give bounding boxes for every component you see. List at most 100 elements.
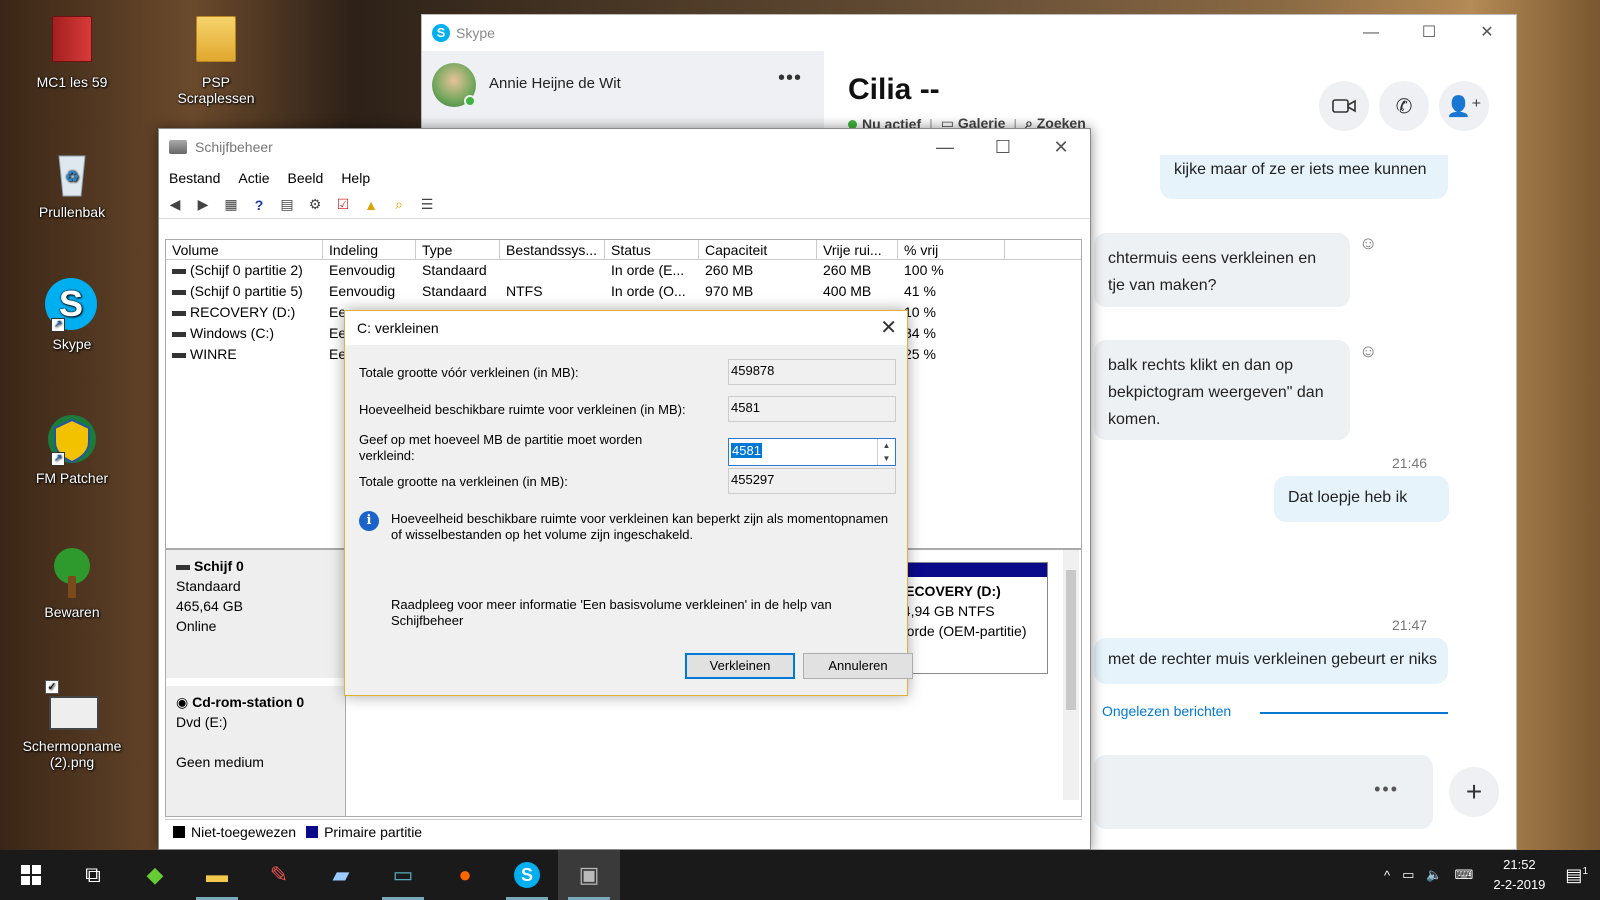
chat-message[interactable]: balk rechts klikt en dan op bekpictogram… xyxy=(1094,340,1350,440)
add-attachment-button[interactable]: + xyxy=(1449,767,1499,817)
column-filesystem[interactable]: Bestandssys... xyxy=(500,240,605,259)
column-percent-free[interactable]: % vrij xyxy=(898,240,1005,259)
table-cell: NTFS xyxy=(506,283,543,299)
volume-icon[interactable]: 🔈 xyxy=(1426,867,1442,883)
properties-icon[interactable]: ▤ xyxy=(277,195,297,215)
taskbar-app-skype[interactable]: S xyxy=(496,850,558,900)
shrink-amount-stepper[interactable]: ▲ ▼ xyxy=(877,439,895,465)
column-free-space[interactable]: Vrije rui... xyxy=(817,240,898,259)
dialog-titlebar[interactable]: C: verkleinen xyxy=(345,311,907,345)
minimize-button[interactable]: — xyxy=(916,129,974,165)
start-button[interactable] xyxy=(0,850,62,900)
shrink-dialog[interactable]: C: verkleinen ✕ Totale grootte vóór verk… xyxy=(344,310,913,696)
menu-file[interactable]: Bestand xyxy=(169,170,220,186)
taskbar-app-notes[interactable]: ▰ xyxy=(310,850,372,900)
more-options-button[interactable]: ••• xyxy=(778,67,802,90)
help-icon[interactable]: ? xyxy=(249,195,269,215)
volume-icon xyxy=(172,310,186,316)
vertical-scrollbar[interactable] xyxy=(1063,550,1079,800)
clock[interactable]: 21:52 2-2-2019 xyxy=(1493,855,1545,895)
network-icon[interactable]: ▭ xyxy=(1402,867,1414,883)
video-call-button[interactable] xyxy=(1319,81,1369,131)
desktop-icon-label: Skype xyxy=(52,336,92,352)
folder-up-icon[interactable]: ▲ xyxy=(361,195,381,215)
column-type[interactable]: Type xyxy=(416,240,500,259)
unread-messages-divider[interactable]: Ongelezen berichten xyxy=(1102,703,1231,719)
chat-message[interactable]: chtermuis eens verkleinen en tje van mak… xyxy=(1094,233,1350,307)
taskbar-app-remote[interactable]: ▭ xyxy=(372,850,434,900)
forward-icon[interactable]: ▶ xyxy=(193,195,213,215)
check-icon[interactable]: ☑ xyxy=(333,195,353,215)
close-button[interactable]: ✕ xyxy=(1032,129,1090,165)
desktop-icon-mc1[interactable]: MC1 les 59 xyxy=(20,12,124,90)
column-status[interactable]: Status xyxy=(605,240,699,259)
minimize-button[interactable]: — xyxy=(1342,15,1400,51)
keyboard-icon[interactable]: ⌨ xyxy=(1455,867,1474,883)
partition-recovery[interactable]: RECOVERY (D:) 14,94 GB NTFS n orde (OEM-… xyxy=(894,562,1048,674)
cancel-button[interactable]: Annuleren xyxy=(803,653,913,679)
desktop-icon-fm-patcher[interactable]: ↗ FM Patcher xyxy=(20,412,124,486)
column-volume[interactable]: Volume xyxy=(166,240,323,259)
message-compose-box[interactable]: ••• xyxy=(1094,755,1433,829)
emoji-reaction-icon[interactable]: ☺ xyxy=(1359,233,1377,254)
scrollbar-thumb[interactable] xyxy=(1066,570,1076,710)
avatar[interactable] xyxy=(432,63,476,107)
unread-divider-line xyxy=(1260,712,1448,714)
disk-icon xyxy=(176,564,190,570)
add-people-button[interactable]: 👤⁺ xyxy=(1439,81,1489,131)
unallocated-swatch xyxy=(173,825,185,838)
disk-0-info[interactable]: Schijf 0 Standaard 465,64 GB Online xyxy=(166,550,346,678)
desktop-icon-screenshot[interactable]: ✓ Schermopname (2).png xyxy=(20,680,124,770)
table-row[interactable]: (Schijf 0 partitie 2) Eenvoudig Standaard I… xyxy=(166,260,1081,281)
menu-view[interactable]: Beeld xyxy=(288,170,324,186)
dialog-close-button[interactable]: ✕ xyxy=(880,315,897,340)
back-icon[interactable]: ◀ xyxy=(165,195,185,215)
close-button[interactable]: ✕ xyxy=(1458,15,1516,51)
emoji-reaction-icon[interactable]: ☺ xyxy=(1359,341,1377,362)
taskbar-app-disk-management[interactable]: ▣ xyxy=(558,850,620,900)
task-view-button[interactable]: ⧉ xyxy=(62,850,124,900)
column-layout[interactable]: Indeling xyxy=(323,240,416,259)
taskbar-app-firefox[interactable]: ● xyxy=(434,850,496,900)
show-hidden-icons-button[interactable]: ^ xyxy=(1384,868,1390,883)
maximize-button[interactable]: ☐ xyxy=(1400,15,1458,51)
message-timestamp: 21:46 xyxy=(1392,455,1428,471)
spin-down-icon[interactable]: ▼ xyxy=(878,452,895,465)
more-options-icon[interactable]: ••• xyxy=(1374,779,1399,800)
search-icon[interactable]: ⌕ xyxy=(389,195,409,215)
shortcut-arrow-icon: ↗ xyxy=(51,452,65,466)
menu-action[interactable]: Actie xyxy=(238,170,269,186)
shrink-amount-input[interactable]: 4581 ▲ ▼ xyxy=(728,438,896,466)
volume-icon xyxy=(172,268,186,274)
taskbar-app-explorer[interactable]: ▬ xyxy=(186,850,248,900)
help-text: Raadpleeg voor meer informatie 'Een basi… xyxy=(391,597,832,628)
cdrom-info[interactable]: ◉ Cd-rom-station 0 Dvd (E:) Geen medium xyxy=(166,686,346,816)
table-row[interactable]: (Schijf 0 partitie 5) Eenvoudig Standaard N… xyxy=(166,281,1081,302)
notification-center-button[interactable]: ▤1 xyxy=(1565,865,1588,886)
chat-message[interactable]: kijke maar of ze er iets mee kunnen xyxy=(1160,155,1448,199)
maximize-button[interactable]: ☐ xyxy=(974,129,1032,165)
taskbar-app-gem[interactable]: ◆ xyxy=(124,850,186,900)
desktop-icon-bewaren[interactable]: Bewaren xyxy=(20,546,124,620)
audio-call-button[interactable]: ✆ xyxy=(1379,81,1429,131)
desktop-icon-recycle-bin[interactable]: ♻ Prullenbak xyxy=(20,146,124,220)
taskbar-app-paint[interactable]: ✎ xyxy=(248,850,310,900)
menu-help[interactable]: Help xyxy=(341,170,370,186)
connect-icon[interactable]: ⚙ xyxy=(305,195,325,215)
console-tree-icon[interactable]: ▦ xyxy=(221,195,241,215)
shrink-amount-label: Geef op met hoeveel MB de partitie moet … xyxy=(359,432,643,463)
disk-management-icon xyxy=(169,140,187,154)
list-view-icon[interactable]: ☰ xyxy=(417,195,437,215)
spin-up-icon[interactable]: ▲ xyxy=(878,439,895,452)
partition-size: 14,94 GB NTFS xyxy=(895,603,995,619)
column-capacity[interactable]: Capaciteit xyxy=(699,240,817,259)
folder-icon xyxy=(45,16,99,70)
shrink-button[interactable]: Verkleinen xyxy=(685,653,795,679)
toolbar: ◀ ▶ ▦ ? ▤ ⚙ ☑ ▲ ⌕ ☰ xyxy=(159,191,1090,219)
desktop-icon-skype[interactable]: S ↗ Skype xyxy=(20,278,124,352)
desktop-icon-label: PSP Scraplessen xyxy=(177,74,255,106)
chat-message[interactable]: met de rechter muis verkleinen gebeurt e… xyxy=(1094,638,1448,684)
chat-message[interactable]: Dat loepje heb ik xyxy=(1274,476,1449,522)
desktop-icon-psp[interactable]: PSP Scraplessen xyxy=(164,12,268,106)
cdrom-state: Geen medium xyxy=(176,754,264,770)
